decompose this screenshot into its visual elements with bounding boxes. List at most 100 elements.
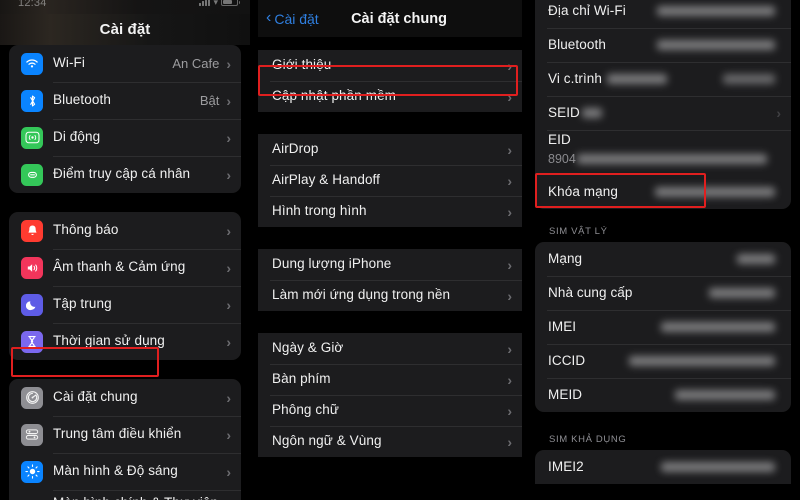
cellular-icon bbox=[21, 126, 43, 149]
sidebar-item-notifications[interactable]: Thông báo › bbox=[9, 212, 241, 249]
menu-item-language-region[interactable]: Ngôn ngữ & Vùng › bbox=[258, 426, 522, 457]
chevron-right-icon: › bbox=[226, 463, 231, 480]
info-row-label: Mạng bbox=[548, 250, 583, 266]
info-row-iccid[interactable]: ICCID bbox=[535, 344, 791, 378]
info-row-label: EID bbox=[548, 131, 571, 147]
general-list[interactable]: Giới thiệu › Cập nhật phần mềm › AirDrop… bbox=[258, 37, 522, 457]
chevron-right-icon: › bbox=[507, 88, 512, 105]
device-info-group: Địa chỉ Wi-Fi Bluetooth Vi c.trình SEID … bbox=[535, 0, 791, 209]
info-row-meid[interactable]: MEID bbox=[535, 378, 791, 412]
chevron-right-icon: › bbox=[226, 55, 231, 72]
redacted-value bbox=[737, 254, 775, 264]
info-row-network-lock[interactable]: Khóa mạng bbox=[535, 175, 791, 209]
sharing-group: AirDrop › AirPlay & Handoff › Hình trong… bbox=[258, 134, 522, 227]
redacted-value-trailing bbox=[723, 74, 775, 84]
chevron-right-icon: › bbox=[507, 203, 512, 220]
chevron-right-icon: › bbox=[507, 172, 512, 189]
menu-item-label: Hình trong hình bbox=[272, 203, 367, 219]
sidebar-item-focus[interactable]: Tập trung › bbox=[9, 286, 241, 323]
menu-item-background-app-refresh[interactable]: Làm mới ứng dụng trong nền › bbox=[258, 280, 522, 311]
menu-item-keyboard[interactable]: Bàn phím › bbox=[258, 364, 522, 395]
sidebar-item-label: Điểm truy cập cá nhân bbox=[53, 166, 191, 182]
redacted-value bbox=[661, 462, 775, 472]
chevron-right-icon: › bbox=[226, 426, 231, 443]
chevron-right-icon: › bbox=[507, 287, 512, 304]
info-row-imei[interactable]: IMEI bbox=[535, 310, 791, 344]
menu-item-fonts[interactable]: Phông chữ › bbox=[258, 395, 522, 426]
eid-value-prefix: 8904 bbox=[548, 151, 576, 166]
menu-item-about[interactable]: Giới thiệu › bbox=[258, 50, 522, 81]
info-row-eid-value: 8904 bbox=[535, 150, 791, 175]
available-sim-group: IMEI2 bbox=[535, 450, 791, 484]
chevron-right-icon: › bbox=[507, 371, 512, 388]
sidebar-item-display-brightness[interactable]: Màn hình & Độ sáng › bbox=[9, 453, 241, 490]
sidebar-item-bluetooth[interactable]: Bluetooth Bật › bbox=[9, 82, 241, 119]
sidebar-item-wifi[interactable]: Wi-Fi An Cafe › bbox=[9, 45, 241, 82]
left-nav-title: Cài đặt bbox=[99, 21, 151, 38]
sidebar-item-label: Cài đặt chung bbox=[53, 389, 138, 405]
redacted-value bbox=[629, 356, 775, 366]
info-row-wifi-address[interactable]: Địa chỉ Wi-Fi bbox=[535, 0, 791, 28]
menu-item-label: Cập nhật phần mềm bbox=[272, 88, 397, 104]
menu-item-iphone-storage[interactable]: Dung lượng iPhone › bbox=[258, 249, 522, 280]
menu-item-picture-in-picture[interactable]: Hình trong hình › bbox=[258, 196, 522, 227]
sidebar-item-label: Thời gian sử dụng bbox=[53, 333, 165, 349]
moon-icon bbox=[21, 293, 43, 316]
sidebar-item-cellular[interactable]: Di động › bbox=[9, 119, 241, 156]
info-row-label: ICCID bbox=[548, 352, 586, 368]
menu-item-airdrop[interactable]: AirDrop › bbox=[258, 134, 522, 165]
chevron-right-icon: › bbox=[226, 92, 231, 109]
about-update-group: Giới thiệu › Cập nhật phần mềm › bbox=[258, 50, 522, 112]
info-row-firmware[interactable]: Vi c.trình bbox=[535, 62, 791, 96]
chevron-right-icon: › bbox=[226, 259, 231, 276]
chevron-left-icon: ‹ bbox=[266, 9, 272, 26]
info-row-bluetooth[interactable]: Bluetooth bbox=[535, 28, 791, 62]
chevron-right-icon: › bbox=[776, 105, 781, 121]
menu-item-airplay-handoff[interactable]: AirPlay & Handoff › bbox=[258, 165, 522, 196]
chevron-right-icon: › bbox=[507, 402, 512, 419]
menu-item-label: Bàn phím bbox=[272, 371, 331, 387]
back-button[interactable]: ‹ Cài đặt bbox=[266, 9, 319, 27]
info-row-eid[interactable]: EID bbox=[535, 130, 791, 150]
sidebar-item-home-screen-app-library[interactable]: Màn hình chính & Thư viện ứng dụng › bbox=[9, 490, 241, 500]
info-row-carrier[interactable]: Nhà cung cấp bbox=[535, 276, 791, 310]
physical-sim-group: Mạng Nhà cung cấp IMEI ICCID MEID bbox=[535, 242, 791, 412]
status-bar-indicators: ▾ bbox=[199, 0, 240, 7]
info-row-label: Khóa mạng bbox=[548, 183, 618, 199]
sidebar-item-label: Màn hình & Độ sáng bbox=[53, 463, 178, 479]
info-row-network[interactable]: Mạng bbox=[535, 242, 791, 276]
info-row-seid[interactable]: SEID › bbox=[535, 96, 791, 130]
sidebar-item-general[interactable]: Cài đặt chung › bbox=[9, 379, 241, 416]
menu-item-software-update[interactable]: Cập nhật phần mềm › bbox=[258, 81, 522, 112]
sidebar-item-label: Màn hình chính & Thư viện ứng dụng bbox=[53, 495, 226, 500]
settings-list[interactable]: Wi-Fi An Cafe › Bluetooth Bật › Di động … bbox=[0, 45, 250, 500]
menu-item-label: Phông chữ bbox=[272, 402, 339, 418]
info-row-label: Bluetooth bbox=[548, 36, 606, 52]
wifi-network-value: An Cafe bbox=[172, 56, 220, 71]
chevron-right-icon: › bbox=[226, 389, 231, 406]
chevron-right-icon: › bbox=[507, 340, 512, 357]
chevron-right-icon: › bbox=[507, 141, 512, 158]
menu-item-date-time[interactable]: Ngày & Giờ › bbox=[258, 333, 522, 364]
cellular-signal-icon bbox=[199, 0, 211, 6]
brightness-icon bbox=[21, 460, 43, 483]
sidebar-item-sounds-haptics[interactable]: Âm thanh & Cảm ứng › bbox=[9, 249, 241, 286]
section-header-available-sim: SIM KHẢ DỤNG bbox=[549, 434, 627, 445]
menu-item-label: Ngày & Giờ bbox=[272, 340, 344, 356]
sidebar-item-screen-time[interactable]: Thời gian sử dụng › bbox=[9, 323, 241, 360]
section-header-physical-sim: SIM VẬT LÝ bbox=[549, 226, 608, 237]
chevron-right-icon: › bbox=[226, 296, 231, 313]
speaker-icon bbox=[21, 256, 43, 279]
info-row-imei2[interactable]: IMEI2 bbox=[535, 450, 791, 484]
sidebar-item-label: Trung tâm điều khiển bbox=[53, 426, 182, 442]
info-row-label: IMEI2 bbox=[548, 458, 584, 474]
chevron-right-icon: › bbox=[226, 129, 231, 146]
sidebar-item-personal-hotspot[interactable]: Điểm truy cập cá nhân › bbox=[9, 156, 241, 193]
menu-item-label: Làm mới ứng dụng trong nền bbox=[272, 287, 451, 303]
info-row-label: MEID bbox=[548, 386, 583, 402]
chevron-right-icon: › bbox=[226, 166, 231, 183]
sidebar-item-control-center[interactable]: Trung tâm điều khiển › bbox=[9, 416, 241, 453]
redacted-value bbox=[576, 153, 767, 164]
chevron-right-icon: › bbox=[226, 222, 231, 239]
